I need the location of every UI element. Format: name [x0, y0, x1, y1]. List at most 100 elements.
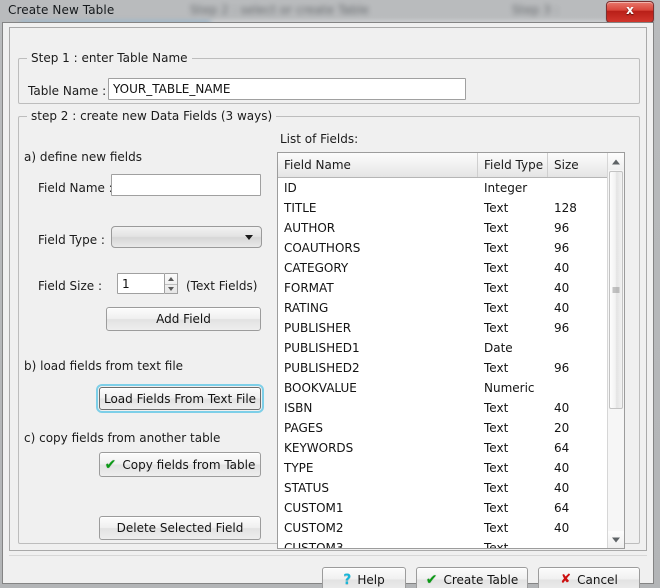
- cell-name: COAUTHORS: [284, 241, 361, 255]
- table-row[interactable]: FORMAT Text 40: [278, 278, 607, 298]
- cell-type: Text: [484, 241, 509, 255]
- cell-type: Text: [484, 541, 509, 548]
- help-label: Help: [357, 572, 385, 587]
- chevron-down-icon: [245, 235, 253, 240]
- scroll-down-button[interactable]: [608, 531, 624, 548]
- table-row[interactable]: CUSTOM2 Text 40: [278, 518, 607, 538]
- create-table-label: Create Table: [443, 572, 519, 587]
- field-size-stepper[interactable]: [165, 273, 178, 294]
- cancel-button[interactable]: ✘ Cancel: [538, 567, 640, 588]
- copy-fields-from-table-button[interactable]: ✔ Copy fields from Table: [99, 452, 261, 477]
- cell-name: RATING: [284, 301, 329, 315]
- cell-type: Text: [484, 421, 509, 435]
- table-name-label: Table Name :: [28, 84, 107, 98]
- cell-type: Text: [484, 281, 509, 295]
- field-size-input[interactable]: [117, 273, 165, 294]
- cell-name: CUSTOM2: [284, 521, 344, 535]
- table-row[interactable]: KEYWORDS Text 64: [278, 438, 607, 458]
- footer-divider: [9, 555, 647, 556]
- load-fields-from-text-file-button[interactable]: Load Fields From Text File: [96, 384, 264, 413]
- fields-table-scrollbar[interactable]: [607, 153, 624, 548]
- cell-name: AUTHOR: [284, 221, 336, 235]
- dialog-footer: ? Help ✔ Create Table ✘ Cancel: [9, 555, 647, 588]
- cell-size: 40: [554, 401, 570, 415]
- table-row[interactable]: ISBN Text 40: [278, 398, 607, 418]
- cell-size: 96: [554, 321, 570, 335]
- cell-name: KEYWORDS: [284, 441, 354, 455]
- create-table-button[interactable]: ✔ Create Table: [416, 567, 528, 588]
- table-row[interactable]: ID Integer: [278, 178, 607, 198]
- check-icon: ✔: [104, 456, 117, 473]
- field-name-label: Field Name :: [38, 181, 113, 195]
- section-b-label: b) load fields from text file: [24, 359, 184, 373]
- cell-type: Numeric: [484, 381, 535, 395]
- table-row[interactable]: RATING Text 40: [278, 298, 607, 318]
- table-row[interactable]: PUBLISHED1 Date: [278, 338, 607, 358]
- list-of-fields-label: List of Fields:: [280, 132, 359, 146]
- column-header-field-type[interactable]: Field Type: [478, 153, 548, 177]
- field-type-label: Field Type :: [38, 233, 105, 247]
- cell-size: 96: [554, 241, 570, 255]
- cell-size: 128: [554, 201, 577, 215]
- help-button[interactable]: ? Help: [322, 567, 406, 588]
- column-header-field-name[interactable]: Field Name: [278, 153, 478, 177]
- section-c-label: c) copy fields from another table: [24, 431, 221, 445]
- table-name-input[interactable]: [108, 78, 466, 100]
- cell-size: 96: [554, 361, 570, 375]
- screen: Step 2 : select or create Table Step 3 :…: [0, 0, 660, 588]
- cell-size: 64: [554, 501, 570, 515]
- cell-type: Text: [484, 461, 509, 475]
- table-row[interactable]: TYPE Text 40: [278, 458, 607, 478]
- delete-selected-field-button[interactable]: Delete Selected Field: [99, 516, 261, 540]
- cell-name: ID: [284, 181, 297, 195]
- cell-name: CATEGORY: [284, 261, 349, 275]
- cell-name: ISBN: [284, 401, 313, 415]
- window-title: Create New Table: [8, 3, 115, 17]
- cell-name: BOOKVALUE: [284, 381, 357, 395]
- scroll-down-icon: [612, 537, 620, 542]
- cell-name: CUSTOM3: [284, 541, 344, 548]
- table-row[interactable]: STATUS Text 40: [278, 478, 607, 498]
- table-row[interactable]: PAGES Text 20: [278, 418, 607, 438]
- cell-size: 40: [554, 521, 570, 535]
- close-icon: x: [626, 3, 634, 17]
- scrollbar-thumb[interactable]: [609, 171, 623, 409]
- table-row[interactable]: CUSTOM3 Text: [278, 538, 607, 548]
- cell-size: 20: [554, 421, 570, 435]
- table-row[interactable]: BOOKVALUE Numeric: [278, 378, 607, 398]
- field-name-input[interactable]: [111, 174, 261, 196]
- table-row[interactable]: CUSTOM1 Text 64: [278, 498, 607, 518]
- cell-type: Date: [484, 341, 513, 355]
- cell-type: Text: [484, 221, 509, 235]
- create-new-table-dialog: Step 1 : enter Table Name Table Name : s…: [2, 22, 654, 588]
- scroll-up-button[interactable]: [608, 153, 624, 170]
- field-type-select[interactable]: [111, 226, 262, 248]
- cell-type: Text: [484, 521, 509, 535]
- section-a-label: a) define new fields: [24, 150, 142, 164]
- table-row[interactable]: COAUTHORS Text 96: [278, 238, 607, 258]
- check-icon: ✔: [425, 571, 438, 588]
- cell-type: Text: [484, 261, 509, 275]
- close-button[interactable]: x: [606, 1, 654, 23]
- cell-name: FORMAT: [284, 281, 334, 295]
- stepper-up-button[interactable]: [165, 274, 177, 285]
- copy-fields-label: Copy fields from Table: [122, 457, 256, 472]
- cell-size: 96: [554, 221, 570, 235]
- table-row[interactable]: PUBLISHER Text 96: [278, 318, 607, 338]
- cell-type: Text: [484, 201, 509, 215]
- cancel-label: Cancel: [577, 572, 618, 587]
- column-header-size[interactable]: Size: [548, 153, 609, 177]
- table-row[interactable]: PUBLISHED2 Text 96: [278, 358, 607, 378]
- text-fields-hint: (Text Fields): [186, 279, 258, 293]
- table-row[interactable]: AUTHOR Text 96: [278, 218, 607, 238]
- caret-down-icon: [168, 287, 174, 292]
- table-row[interactable]: TITLE Text 128: [278, 198, 607, 218]
- field-size-label: Field Size :: [38, 279, 103, 293]
- cell-type: Text: [484, 361, 509, 375]
- stepper-down-button[interactable]: [165, 285, 177, 295]
- cell-type: Text: [484, 401, 509, 415]
- add-field-button[interactable]: Add Field: [106, 307, 261, 331]
- fields-table: Field Name Field Type Size ID Integer TITL…: [277, 152, 625, 549]
- cell-type: Text: [484, 481, 509, 495]
- table-row[interactable]: CATEGORY Text 40: [278, 258, 607, 278]
